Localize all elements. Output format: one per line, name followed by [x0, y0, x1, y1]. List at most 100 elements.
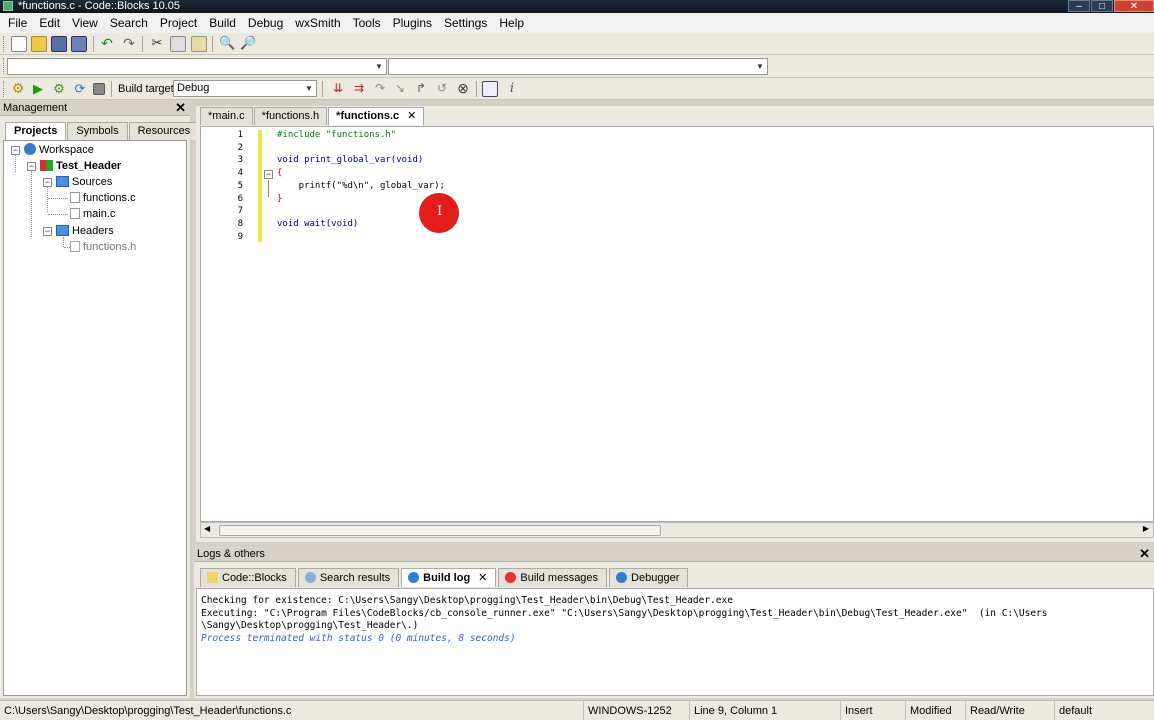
text-cursor-icon: I [437, 204, 443, 219]
sources-label: Sources [72, 176, 113, 188]
menu-wxsmith[interactable]: wxSmith [289, 13, 346, 33]
tree-project[interactable]: Test_Header [40, 159, 121, 173]
find-icon[interactable]: 🔍 [219, 36, 235, 52]
debug-step-out-icon[interactable]: ↱ [413, 81, 429, 97]
tab-label: Build messages [520, 572, 599, 584]
function-select[interactable]: ▼ [388, 58, 768, 75]
minimize-button[interactable]: – [1068, 0, 1090, 12]
tab-codeblocks-log[interactable]: Code::Blocks [200, 568, 296, 587]
line-number: 5 [237, 180, 243, 191]
chevron-down-icon: ▼ [756, 62, 764, 71]
editor-tabs: *main.c *functions.h *functions.c ✕ [200, 107, 425, 125]
tab-build-messages[interactable]: Build messages [498, 568, 608, 587]
maximize-button[interactable]: □ [1091, 0, 1113, 12]
menu-build[interactable]: Build [203, 13, 242, 33]
tab-build-log[interactable]: Build log ✕ [401, 568, 497, 587]
toolbar-grip-2[interactable] [3, 58, 6, 74]
management-tabs: Projects Symbols Resources [5, 122, 200, 140]
debug-windows-icon[interactable] [482, 81, 498, 97]
file-icon [70, 241, 80, 252]
gear-icon [408, 572, 420, 583]
menu-help[interactable]: Help [493, 13, 530, 33]
collapse-icon[interactable]: − [11, 146, 20, 155]
close-tab-icon[interactable]: ✕ [478, 572, 487, 584]
tree-sources-folder[interactable]: Sources [56, 175, 112, 189]
scope-select[interactable]: ▼ [7, 58, 387, 75]
toolbar-grip[interactable] [3, 36, 6, 52]
tree-file-functions-h[interactable]: functions.h [70, 240, 136, 254]
build-target-select[interactable]: Debug ▼ [173, 80, 317, 97]
close-window-button[interactable]: ✕ [1114, 0, 1154, 12]
build-gear-icon[interactable]: ⚙ [10, 81, 26, 97]
paste-icon[interactable] [191, 36, 207, 52]
copy-icon[interactable] [170, 36, 186, 52]
debug-next-line-icon[interactable]: ↷ [372, 81, 388, 97]
menu-file[interactable]: File [2, 13, 33, 33]
tab-label: Debugger [631, 572, 680, 584]
tab-debugger[interactable]: Debugger [609, 568, 689, 587]
build-and-run-icon[interactable]: ⚙ [51, 81, 67, 97]
new-file-icon[interactable] [11, 36, 27, 52]
replace-icon[interactable]: 🔎 [240, 36, 256, 52]
title-bar[interactable]: *functions.c - Code::Blocks 10.05 – □ ✕ [0, 0, 1154, 13]
line-gutter: 1 2 3 4 5 6 7 8 9 − [201, 127, 273, 521]
status-insert-mode: Insert [840, 701, 904, 720]
menu-plugins[interactable]: Plugins [387, 13, 438, 33]
save-all-icon[interactable] [71, 36, 87, 52]
collapse-icon[interactable]: − [43, 227, 52, 236]
tab-functions-h[interactable]: *functions.h [253, 107, 328, 125]
menu-project[interactable]: Project [154, 13, 203, 33]
menu-tools[interactable]: Tools [347, 13, 387, 33]
log-line: Process terminated with status 0 (0 minu… [201, 632, 516, 644]
tab-label: *functions.c [336, 110, 400, 122]
info-icon[interactable]: i [504, 81, 520, 97]
code-editor[interactable]: 1 2 3 4 5 6 7 8 9 − #include "functions.… [200, 126, 1154, 522]
fold-icon[interactable]: − [264, 170, 273, 179]
toolbar-grip-3[interactable] [3, 81, 6, 97]
tree-file-functions-c[interactable]: functions.c [70, 191, 136, 205]
line-number: 1 [237, 130, 243, 140]
tree-headers-folder[interactable]: Headers [56, 224, 114, 238]
menu-view[interactable]: View [66, 13, 104, 33]
menu-search[interactable]: Search [104, 13, 154, 33]
cut-icon[interactable]: ✂ [149, 36, 165, 52]
tab-resources[interactable]: Resources [128, 122, 200, 140]
rebuild-icon[interactable]: ⟳ [72, 81, 88, 97]
tab-functions-c[interactable]: *functions.c ✕ [328, 107, 425, 125]
debug-next-instruction-icon[interactable]: ↺ [434, 81, 450, 97]
save-icon[interactable] [51, 36, 67, 52]
undo-icon[interactable]: ↶ [99, 36, 115, 52]
collapse-icon[interactable]: − [27, 162, 36, 171]
chevron-down-icon: ▼ [375, 62, 383, 71]
menu-settings[interactable]: Settings [438, 13, 493, 33]
build-log-output[interactable]: Checking for existence: C:\Users\Sangy\D… [196, 588, 1154, 696]
scroll-thumb[interactable] [219, 525, 661, 536]
tree-workspace[interactable]: Workspace [24, 143, 94, 157]
tab-symbols[interactable]: Symbols [67, 122, 128, 140]
debug-stop-icon[interactable]: ⊗ [455, 81, 471, 97]
debug-step-into-icon[interactable]: ↘ [392, 81, 408, 97]
menu-edit[interactable]: Edit [33, 13, 66, 33]
tab-label: Search results [319, 572, 391, 584]
line-number: 9 [237, 231, 243, 242]
tree-file-main-c[interactable]: main.c [70, 207, 115, 221]
run-icon[interactable]: ▶ [30, 81, 46, 97]
tab-main-c[interactable]: *main.c [200, 107, 253, 125]
horizontal-scrollbar[interactable]: ◀ ▶ [200, 522, 1154, 538]
open-file-icon[interactable] [31, 36, 47, 52]
scroll-right-icon[interactable]: ▶ [1143, 524, 1149, 533]
close-icon[interactable]: ✕ [175, 100, 186, 116]
logs-tabs: Code::Blocks Search results Build log ✕ B… [200, 568, 690, 587]
close-icon[interactable]: ✕ [1139, 546, 1150, 562]
tab-search-results[interactable]: Search results [297, 568, 400, 587]
redo-icon[interactable]: ↷ [121, 36, 137, 52]
menu-debug[interactable]: Debug [242, 13, 289, 33]
scroll-left-icon[interactable]: ◀ [204, 524, 210, 533]
tab-projects[interactable]: Projects [5, 122, 67, 140]
abort-icon[interactable] [93, 83, 105, 95]
close-tab-icon[interactable]: ✕ [407, 110, 416, 122]
collapse-icon[interactable]: − [43, 178, 52, 187]
debug-start-icon[interactable]: ⇉ [351, 81, 367, 97]
search-icon [304, 572, 316, 583]
debug-run-to-cursor-icon[interactable]: ⇊ [330, 81, 346, 97]
